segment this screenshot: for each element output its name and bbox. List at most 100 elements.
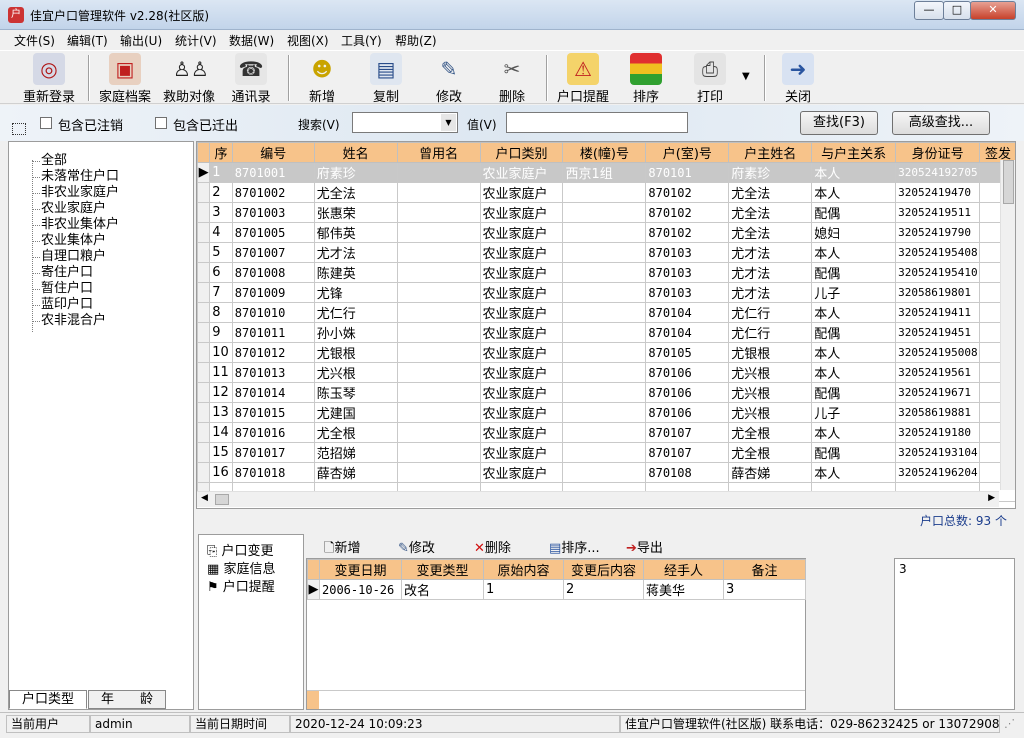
tab-age[interactable]: 年 龄: [88, 690, 166, 709]
table-cell[interactable]: 8701002: [231, 182, 315, 203]
menu-help[interactable]: 帮助(Z): [395, 32, 437, 49]
table-row[interactable]: 7 8701009 尤锋 农业家庭户 870103 尤才法 儿子 32058619801: [197, 282, 1015, 303]
tree-item[interactable]: 蓝印户口: [41, 297, 93, 313]
table-cell[interactable]: 8701014: [231, 382, 315, 403]
search-value-input[interactable]: [506, 112, 688, 133]
family-file-button[interactable]: ▣ 家庭档案: [94, 53, 156, 105]
table-row[interactable]: 8 8701010 尤仁行 农业家庭户 870104 尤仁行 本人 32052419411: [197, 302, 1015, 323]
table-cell[interactable]: 8701016: [231, 422, 315, 443]
menu-file[interactable]: 文件(S): [14, 32, 55, 49]
table-cell[interactable]: 8701008: [231, 262, 315, 283]
row-indicator[interactable]: [197, 422, 211, 443]
table-cell[interactable]: [562, 322, 647, 343]
table-cell[interactable]: 870105: [645, 342, 730, 363]
table-cell[interactable]: 8701013: [231, 362, 315, 383]
table-cell[interactable]: 农业家庭户: [479, 302, 564, 323]
row-indicator[interactable]: [197, 202, 211, 223]
table-cell[interactable]: 8701018: [231, 462, 315, 483]
table-cell[interactable]: [396, 362, 481, 383]
sort-button[interactable]: ■ 排序: [622, 53, 670, 105]
table-cell[interactable]: 陈建英: [313, 262, 398, 283]
table-row[interactable]: 16 8701018 薛杏娣 农业家庭户 870108 薛杏娣 本人 320524196204: [197, 462, 1015, 483]
search-field-select[interactable]: ▼: [352, 112, 458, 133]
table-cell[interactable]: 配偶: [811, 442, 897, 463]
table-cell[interactable]: 农业家庭户: [479, 262, 564, 283]
table-cell[interactable]: 尤银根: [313, 342, 398, 363]
table-cell[interactable]: 农业家庭户: [479, 422, 564, 443]
table-cell[interactable]: 配偶: [811, 262, 897, 283]
row-indicator[interactable]: ▶: [197, 162, 211, 183]
tree-item[interactable]: 暂住户口: [41, 281, 93, 297]
menu-stats[interactable]: 统计(V): [175, 32, 217, 49]
table-cell[interactable]: 尤仁行: [728, 302, 813, 323]
table-cell[interactable]: 薛杏娣: [313, 462, 398, 483]
table-cell[interactable]: 32052419561: [895, 362, 981, 383]
table-cell[interactable]: 32058619801: [895, 282, 981, 303]
include-cancelled-checkbox[interactable]: [40, 117, 52, 129]
tree-item[interactable]: 未落常住户口: [41, 169, 119, 185]
grid-vertical-scrollbar[interactable]: [1000, 160, 1015, 490]
column-header[interactable]: 与户主关系: [811, 142, 897, 163]
row-indicator[interactable]: [197, 262, 211, 283]
table-cell[interactable]: 尤才法: [728, 262, 813, 283]
column-header[interactable]: 户(室)号: [645, 142, 730, 163]
table-cell[interactable]: 2006-10-26: [319, 579, 402, 600]
maximize-button[interactable]: □: [943, 1, 971, 20]
table-cell[interactable]: [562, 182, 647, 203]
table-row[interactable]: 11 8701013 尤兴根 农业家庭户 870106 尤兴根 本人 32052419561: [197, 362, 1015, 383]
table-cell[interactable]: 本人: [811, 302, 897, 323]
table-cell[interactable]: 8701005: [231, 222, 315, 243]
table-cell[interactable]: 870102: [645, 222, 730, 243]
table-cell[interactable]: 320524195408: [895, 242, 981, 263]
table-cell[interactable]: 32052419511: [895, 202, 981, 223]
table-row[interactable]: 6 8701008 陈建英 农业家庭户 870103 尤才法 配偶 320524195410: [197, 262, 1015, 283]
table-cell[interactable]: 本人: [811, 182, 897, 203]
table-cell[interactable]: 32052419671: [895, 382, 981, 403]
table-cell[interactable]: 870106: [645, 382, 730, 403]
row-indicator[interactable]: [197, 282, 211, 303]
table-cell[interactable]: [396, 402, 481, 423]
column-header[interactable]: 序: [209, 142, 233, 163]
row-indicator[interactable]: [197, 222, 211, 243]
relief-button[interactable]: ♙♙ 救助对像: [158, 53, 220, 105]
table-cell[interactable]: 8701011: [231, 322, 315, 343]
table-cell[interactable]: 32058619881: [895, 402, 981, 423]
column-header[interactable]: 变更日期: [319, 559, 402, 580]
remind-button[interactable]: ⚠ 户口提醒: [552, 53, 614, 105]
column-header[interactable]: 经手人: [643, 559, 724, 580]
table-cell[interactable]: 11: [209, 362, 233, 383]
table-cell[interactable]: 本人: [811, 422, 897, 443]
tab-household-change[interactable]: ⎘ 户口变更: [207, 543, 274, 560]
table-cell[interactable]: 儿子: [811, 282, 897, 303]
edit-button[interactable]: ✎ 修改: [425, 53, 473, 105]
table-cell[interactable]: 改名: [401, 579, 484, 600]
table-cell[interactable]: [562, 382, 647, 403]
table-cell[interactable]: [562, 222, 647, 243]
table-cell[interactable]: 蒋美华: [643, 579, 724, 600]
table-cell[interactable]: 870101: [645, 162, 730, 183]
table-cell[interactable]: [562, 242, 647, 263]
table-cell[interactable]: [396, 302, 481, 323]
close-window-button[interactable]: ✕: [970, 1, 1016, 20]
table-row[interactable]: 4 8701005 郁伟英 农业家庭户 870102 尤全法 媳妇 32052419790: [197, 222, 1015, 243]
column-header[interactable]: 备注: [723, 559, 806, 580]
table-cell[interactable]: 尤兴根: [313, 362, 398, 383]
row-indicator[interactable]: [197, 382, 211, 403]
table-cell[interactable]: 尤银根: [728, 342, 813, 363]
table-cell[interactable]: 870107: [645, 422, 730, 443]
row-indicator[interactable]: [197, 302, 211, 323]
row-indicator[interactable]: [197, 442, 211, 463]
table-cell[interactable]: 8: [209, 302, 233, 323]
tree-item[interactable]: 农非混合户: [41, 313, 106, 329]
table-cell[interactable]: 西京1组: [562, 162, 647, 183]
menu-edit[interactable]: 编辑(T): [67, 32, 108, 49]
scroll-left-icon[interactable]: ◀: [201, 493, 208, 503]
copy-button[interactable]: ▤ 复制: [362, 53, 410, 105]
row-indicator[interactable]: [197, 242, 211, 263]
table-cell[interactable]: 320524196204: [895, 462, 981, 483]
table-cell[interactable]: [562, 302, 647, 323]
column-header[interactable]: 编号: [231, 142, 315, 163]
table-cell[interactable]: 尤全法: [313, 182, 398, 203]
table-cell[interactable]: [396, 442, 481, 463]
minimize-button[interactable]: —: [914, 1, 944, 20]
